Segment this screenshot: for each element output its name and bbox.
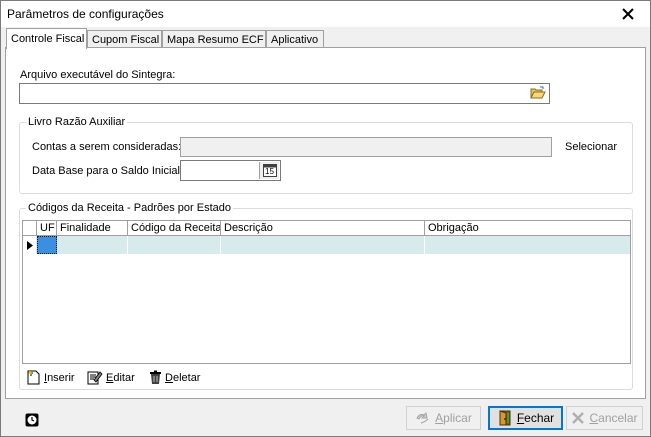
aplicar-mnemonic: A [435, 411, 444, 425]
config-window: Parâmetros de configurações Controle Fis… [0, 0, 651, 437]
livro-razao-group: Livro Razão Auxiliar [19, 116, 633, 194]
editar-button[interactable]: Editar [87, 370, 135, 385]
row-indicator [23, 236, 36, 254]
title-bar: Parâmetros de configurações [1, 1, 650, 27]
window-title: Parâmetros de configurações [7, 7, 164, 21]
tab-label: Controle Fiscal [11, 33, 85, 45]
edit-document-icon [87, 371, 103, 385]
col-indicator [23, 221, 37, 235]
calendar-button[interactable]: 15 [259, 162, 279, 179]
trash-icon [150, 370, 161, 384]
folder-open-icon [530, 86, 546, 99]
cell-codigo[interactable] [128, 236, 221, 254]
deletar-mnemonic: D [165, 371, 173, 384]
codigos-receita-title: Códigos da Receita - Padrões por Estado [26, 202, 234, 214]
col-header-finalidade[interactable]: Finalidade [57, 221, 128, 235]
codigos-grid[interactable]: UF Finalidade Código da Receita Descriçã… [22, 220, 631, 364]
sintegra-path-input[interactable] [19, 83, 550, 104]
browse-button[interactable] [529, 85, 547, 101]
col-header-descricao[interactable]: Descrição [221, 221, 425, 235]
aplicar-button[interactable]: Aplicar [406, 406, 481, 430]
cell-uf[interactable] [37, 236, 57, 254]
cell-obrigacao[interactable] [425, 236, 630, 254]
data-base-label: Data Base para o Saldo Inicial: [32, 165, 184, 177]
new-document-icon [27, 370, 40, 385]
deletar-label: eletar [172, 371, 201, 384]
cancelar-button[interactable]: Cancelar [566, 406, 643, 430]
current-row-arrow-icon [26, 240, 33, 250]
grid-header: UF Finalidade Código da Receita Descriçã… [23, 221, 630, 236]
clock-icon[interactable] [25, 413, 39, 427]
fechar-button[interactable]: Fechar [488, 406, 563, 430]
col-header-uf[interactable]: UF [37, 221, 57, 235]
tab-label: Aplicativo [271, 34, 319, 46]
door-exit-icon [499, 410, 511, 426]
deletar-button[interactable]: Deletar [149, 370, 200, 385]
livro-razao-title: Livro Razão Auxiliar [26, 116, 128, 128]
aplicar-label: plicar [443, 411, 472, 425]
cancelar-mnemonic: C [589, 411, 599, 425]
contas-label: Contas a serem consideradas: [32, 141, 182, 153]
cancel-x-icon [572, 412, 585, 424]
contas-input[interactable] [180, 137, 552, 157]
tab-label: Cupom Fiscal [92, 34, 160, 46]
selecionar-link[interactable]: Selecionar [565, 141, 617, 153]
table-row[interactable] [23, 236, 630, 254]
sintegra-label: Arquivo executável do Sintegra: [20, 69, 176, 81]
col-header-codigo[interactable]: Código da Receita [128, 221, 221, 235]
apply-icon [416, 411, 429, 424]
data-base-input[interactable]: 15 [180, 160, 281, 181]
inserir-button[interactable]: Inserir [27, 370, 75, 385]
tab-controle-fiscal[interactable]: Controle Fiscal [6, 28, 87, 49]
fechar-label: echar [524, 411, 555, 425]
cell-descricao[interactable] [221, 236, 425, 254]
tab-label: Mapa Resumo ECF [167, 34, 264, 46]
col-header-obrigacao[interactable]: Obrigação [425, 221, 630, 235]
inserir-label: nserir [47, 371, 75, 384]
calendar-day: 15 [265, 167, 274, 176]
close-icon [621, 8, 634, 20]
cell-finalidade[interactable] [57, 236, 128, 254]
editar-label: ditar [113, 371, 135, 384]
cancelar-label: ancelar [598, 411, 638, 425]
close-button[interactable] [605, 2, 650, 26]
